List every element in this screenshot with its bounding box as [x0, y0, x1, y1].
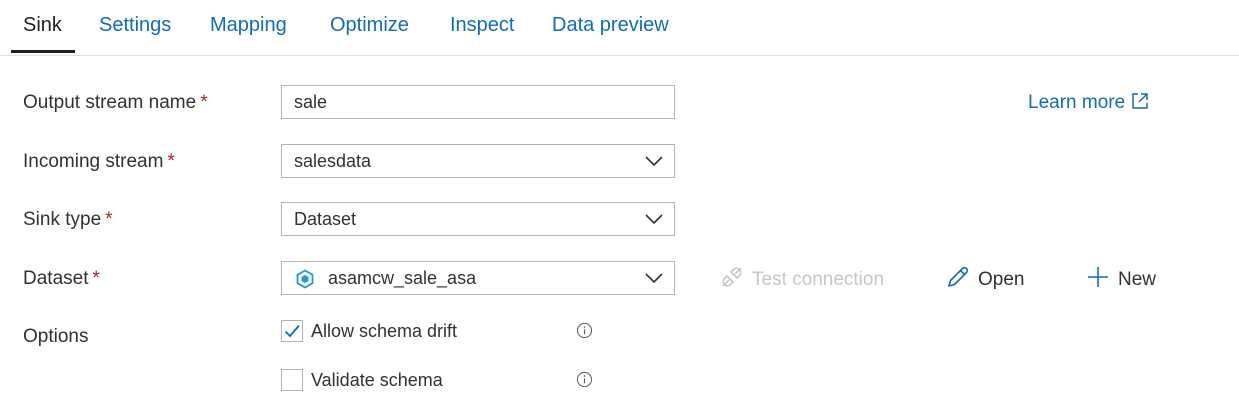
validate-schema-label[interactable]: Validate schema — [311, 370, 443, 391]
test-connection-label: Test connection — [752, 269, 885, 290]
required-marker: * — [92, 268, 100, 289]
incoming-stream-select[interactable]: salesdata — [281, 144, 675, 178]
active-tab-indicator — [11, 50, 75, 53]
required-marker: * — [105, 209, 113, 230]
dataset-icon — [296, 269, 314, 289]
incoming-stream-text: Incoming stream — [23, 151, 164, 172]
output-stream-name-input[interactable] — [282, 86, 674, 118]
new-button[interactable]: New — [1086, 265, 1156, 291]
incoming-stream-label: Incoming stream * — [23, 151, 175, 173]
incoming-stream-value: salesdata — [294, 151, 372, 171]
checkmark-icon — [284, 324, 300, 338]
new-label: New — [1118, 269, 1157, 290]
dataset-text: Dataset — [23, 268, 89, 289]
tab-mapping[interactable]: Mapping — [210, 14, 287, 37]
plug-icon — [722, 267, 742, 287]
dataset-label: Dataset * — [23, 268, 100, 290]
dataset-select[interactable]: asamcw_sale_asa — [281, 261, 675, 295]
output-stream-name-label: Output stream name * — [23, 92, 208, 114]
sink-type-text: Sink type — [23, 209, 102, 230]
tab-optimize[interactable]: Optimize — [330, 14, 409, 37]
required-marker: * — [167, 151, 175, 172]
info-icon[interactable] — [576, 322, 593, 339]
sink-type-value: Dataset — [294, 209, 357, 229]
pencil-icon — [948, 266, 969, 287]
dataset-value: asamcw_sale_asa — [328, 268, 477, 288]
external-link-icon — [1132, 93, 1148, 109]
open-label: Open — [978, 269, 1025, 290]
chevron-down-icon — [645, 273, 663, 284]
allow-schema-drift-label[interactable]: Allow schema drift — [311, 321, 457, 342]
sink-type-select[interactable]: Dataset — [281, 202, 675, 236]
allow-schema-drift-checkbox[interactable] — [281, 320, 303, 342]
tab-sink[interactable]: Sink — [23, 14, 62, 37]
learn-more-link[interactable]: Learn more — [1028, 92, 1149, 114]
chevron-down-icon — [645, 214, 663, 225]
options-label: Options — [23, 326, 89, 347]
tab-inspect[interactable]: Inspect — [450, 14, 514, 37]
info-icon[interactable] — [576, 371, 593, 388]
tab-bar: Sink Settings Mapping Optimize Inspect D… — [0, 0, 1239, 56]
validate-schema-checkbox[interactable] — [281, 369, 303, 391]
plus-icon — [1088, 267, 1108, 287]
output-stream-name-text: Output stream name — [23, 92, 197, 113]
open-button[interactable]: Open — [946, 265, 1024, 291]
output-stream-name-field[interactable] — [281, 85, 675, 119]
test-connection-button[interactable]: Test connection — [720, 265, 884, 291]
tab-data-preview[interactable]: Data preview — [552, 14, 669, 37]
chevron-down-icon — [645, 156, 663, 167]
tab-settings[interactable]: Settings — [99, 14, 171, 37]
sink-type-label: Sink type * — [23, 209, 113, 231]
required-marker: * — [200, 92, 208, 113]
learn-more-text: Learn more — [1028, 92, 1126, 113]
